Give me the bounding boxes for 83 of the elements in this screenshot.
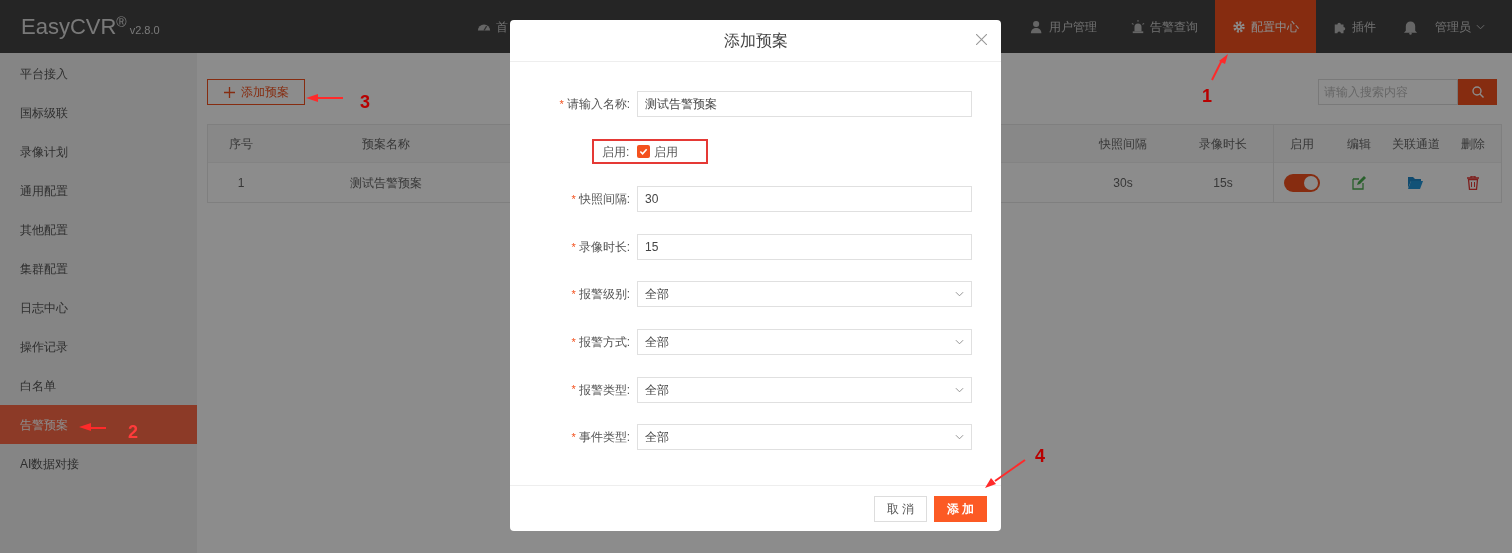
chevron-down-icon bbox=[955, 338, 964, 345]
column-header: 启用 bbox=[1289, 135, 1316, 153]
field-label: 报警类型: bbox=[578, 381, 630, 399]
field-label: 启用: bbox=[602, 143, 630, 161]
nav-tab[interactable]: 告警查询 bbox=[1114, 0, 1215, 53]
sidebar-item[interactable]: 平台接入 bbox=[0, 54, 197, 93]
required-mark: * bbox=[571, 239, 576, 255]
user-icon bbox=[1030, 19, 1044, 34]
sidebar-item[interactable]: 通用配置 bbox=[0, 171, 197, 210]
column-header: 删除 bbox=[1459, 135, 1486, 153]
cancel-button[interactable]: 取 消 bbox=[874, 495, 927, 522]
sidebar-item[interactable]: 白名单 bbox=[0, 366, 197, 405]
text-field[interactable]: 30 bbox=[637, 186, 972, 213]
annotation-number: 1 bbox=[1202, 85, 1212, 108]
field-label: 报警方式: bbox=[578, 333, 630, 351]
add-button[interactable]: 添 加 bbox=[934, 495, 987, 522]
sidebar-item[interactable]: AI数据对接 bbox=[0, 444, 197, 483]
select-field[interactable]: 全部 bbox=[637, 328, 972, 355]
sidebar-item[interactable]: 操作记录 bbox=[0, 327, 197, 366]
select-field[interactable]: 全部 bbox=[637, 424, 972, 451]
table-cell-text: 30s bbox=[1112, 174, 1134, 192]
required-mark: * bbox=[571, 429, 576, 445]
required-mark: * bbox=[571, 191, 576, 207]
search-icon bbox=[1471, 86, 1484, 98]
table-cell-text: 15s bbox=[1212, 174, 1234, 192]
column-header: 编辑 bbox=[1346, 135, 1373, 153]
chevron-down-icon bbox=[955, 291, 964, 298]
close-icon[interactable] bbox=[976, 34, 987, 45]
alarm-light-icon bbox=[1131, 19, 1145, 34]
field-label: 快照间隔: bbox=[578, 191, 630, 209]
annotation-number: 2 bbox=[128, 421, 138, 444]
required-mark: * bbox=[571, 334, 576, 350]
column-header: 预案名称 bbox=[361, 135, 411, 153]
nav-tab[interactable]: 插件 bbox=[1316, 0, 1393, 53]
enable-checkbox[interactable]: 启用 bbox=[637, 142, 679, 161]
annotation-number: 4 bbox=[1035, 445, 1045, 468]
edit-icon[interactable] bbox=[1352, 175, 1367, 190]
select-field[interactable]: 全部 bbox=[637, 281, 972, 308]
toggle-switch[interactable] bbox=[1284, 173, 1321, 192]
table-cell-text: 1 bbox=[236, 174, 246, 192]
nav-tab[interactable]: 用户管理 bbox=[1013, 0, 1114, 53]
required-mark: * bbox=[559, 96, 564, 112]
text-field[interactable]: 15 bbox=[637, 233, 972, 260]
version-label: v2.8.0 bbox=[129, 23, 160, 38]
sidebar-item[interactable]: 集群配置 bbox=[0, 249, 197, 288]
trash-icon[interactable] bbox=[1466, 175, 1479, 190]
annotation-number: 3 bbox=[360, 91, 370, 114]
chevron-down-icon bbox=[955, 386, 964, 393]
nav-tab[interactable]: 首 bbox=[460, 0, 525, 53]
add-plan-button[interactable]: 添加预案 bbox=[207, 79, 305, 105]
column-header: 关联通道 bbox=[1390, 135, 1441, 153]
sidebar-item[interactable]: 录像计划 bbox=[0, 132, 197, 171]
required-mark: * bbox=[571, 287, 576, 303]
dialog-title: 添加预案 bbox=[723, 30, 788, 51]
annotation-arrow bbox=[985, 459, 1026, 488]
field-label: 录像时长: bbox=[578, 238, 630, 256]
required-mark: * bbox=[571, 382, 576, 398]
sidebar-item[interactable]: 国标级联 bbox=[0, 93, 197, 132]
logo: EasyCVR$^{®}$ bbox=[21, 13, 127, 41]
annotation-arrow bbox=[79, 423, 107, 431]
user-menu[interactable]: 管理员 bbox=[1435, 0, 1485, 53]
table-cell-text: 测试告警预案 bbox=[349, 174, 423, 192]
folder-icon[interactable] bbox=[1408, 176, 1424, 189]
select-field[interactable]: 全部 bbox=[637, 376, 972, 403]
field-label: 事件类型: bbox=[578, 429, 630, 447]
sidebar-item[interactable]: 其他配置 bbox=[0, 210, 197, 249]
chevron-down-icon bbox=[955, 434, 964, 441]
check-icon bbox=[639, 147, 649, 157]
annotation-arrow bbox=[306, 94, 344, 102]
field-label: 报警级别: bbox=[578, 286, 630, 304]
annotation-arrow bbox=[1211, 54, 1228, 81]
field-label: 请输入名称: bbox=[566, 96, 630, 113]
nav-tab[interactable]: 配置中心 bbox=[1215, 0, 1316, 53]
column-header: 快照间隔 bbox=[1098, 135, 1148, 153]
sidebar-item[interactable]: 日志中心 bbox=[0, 288, 197, 327]
bell-icon[interactable] bbox=[1403, 18, 1418, 35]
chevron-down-icon bbox=[1476, 23, 1485, 30]
settings-icon bbox=[1232, 19, 1246, 34]
plus-icon bbox=[223, 86, 235, 98]
column-header: 序号 bbox=[228, 135, 254, 153]
text-field[interactable]: 测试告警预案 bbox=[637, 91, 972, 117]
column-header: 录像时长 bbox=[1198, 135, 1248, 153]
search-button[interactable] bbox=[1458, 79, 1497, 105]
